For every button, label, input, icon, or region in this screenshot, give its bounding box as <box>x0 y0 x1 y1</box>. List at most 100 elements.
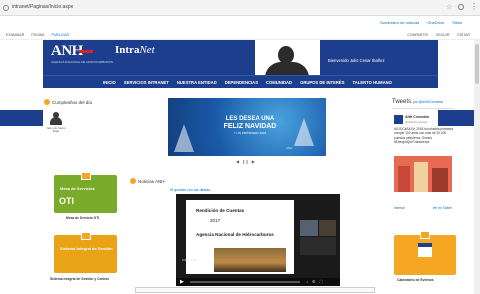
birthday-photo-body <box>50 117 62 125</box>
bookmark-star-icon[interactable]: ☆ <box>446 3 452 11</box>
tweet-view-on-twitter-link[interactable]: Ver en Twitter <box>433 206 452 210</box>
tweet-text: #OJOCaSA En 2018 la industria petrolera … <box>394 127 454 144</box>
tweet-embed-link[interactable]: Insertar <box>394 206 405 210</box>
carousel-next-icon[interactable]: ▶ <box>252 159 255 164</box>
edit-button[interactable]: EDITAR <box>457 33 470 37</box>
tweet-author-name[interactable]: ANH Colombia <box>405 115 429 119</box>
oti-tile-big: OTI <box>59 196 74 206</box>
birthday-photo-head <box>53 112 59 118</box>
banner-line-3: Y UN PRÓSPERO 2018 <box>233 131 267 136</box>
logo-subtitle: AGENCIA NACIONAL DE HIDROCARBUROS <box>51 60 113 64</box>
ribbon: EXAMINAR PÁGINA PUBLICAR COMPARTIR SEGUI… <box>0 30 480 40</box>
suite-link-newsfeed[interactable]: Suministro de noticias <box>380 20 419 25</box>
tweet-avatar[interactable] <box>394 115 403 124</box>
birthdays-title: Cumpleaños del día <box>44 99 92 105</box>
nav-dependencias[interactable]: DEPENDENCIAS <box>225 80 258 85</box>
nav-comunidad[interactable]: COMUNIDAD <box>266 80 292 85</box>
calendar-tile[interactable] <box>394 231 456 275</box>
video-slide: Rendición de Cuentas 2017 Agencia Nacion… <box>186 200 294 274</box>
carousel-controls: ◀ ❙❙ ▶ <box>236 159 255 164</box>
avatar-silhouette-head <box>278 46 294 64</box>
scrollbar-thumb[interactable] <box>475 44 479 84</box>
sig-tile-badge <box>81 232 91 240</box>
tweet-image-figure-3 <box>432 168 448 192</box>
banner-text: LES DESEA UNA FELIZ NAVIDAD Y UN PRÓSPER… <box>220 116 280 137</box>
volume-icon[interactable]: ♪ <box>306 279 308 284</box>
follow-button[interactable]: SEGUIR <box>436 33 449 37</box>
browser-menu-icon[interactable]: ⋮ <box>470 2 478 11</box>
christmas-banner[interactable]: LES DESEA UNA FELIZ NAVIDAD Y UN PRÓSPER… <box>168 98 326 156</box>
tweet-image-figure-1 <box>398 166 410 192</box>
page-scrollbar[interactable] <box>474 40 480 294</box>
fullscreen-icon[interactable]: ⛶ <box>320 279 323 284</box>
news-icon <box>130 178 136 184</box>
birthday-icon <box>44 99 50 105</box>
banner-line-1: LES DESEA UNA <box>225 116 275 122</box>
oti-tile-title: Mesa de Servicios <box>60 186 95 191</box>
tweets-divider <box>392 108 454 109</box>
tab-pagina[interactable]: PÁGINA <box>31 33 44 37</box>
video-subtitle: Agencia Nacional de Hidrocarburos <box>196 232 274 237</box>
news-headline-link[interactable]: Si quedan con las dilatas... <box>170 188 213 192</box>
birthday-person-name: Jairo Luis Castro Rojas <box>46 127 66 134</box>
news-title-text: Noticias ANH <box>138 178 165 184</box>
logo-flag-stripe <box>79 50 93 53</box>
main-nav: INICIO SERVICIOS INTRANET NUESTRA ENTIDA… <box>43 75 438 88</box>
calendar-icon <box>418 243 432 257</box>
oti-service-tile[interactable]: Mesa de Servicios OTI <box>54 172 117 213</box>
video-title: Rendición de Cuentas <box>196 208 245 213</box>
nav-talento-humano[interactable]: TALENTO HUMANO <box>353 80 392 85</box>
browser-address-bar: intranet/Paginas/Inicio.aspx ☆ ⋮ <box>0 0 480 16</box>
extension-icon[interactable] <box>458 4 464 10</box>
tweet-actions: Insertar Ver en Twitter <box>394 206 452 210</box>
calendar-tile-caption[interactable]: Calendario de Eventos <box>397 278 434 282</box>
tweet-author-handle[interactable]: @ANHColombia <box>405 120 427 124</box>
nav-servicios-intranet[interactable]: SERVICIOS INTRANET <box>124 80 169 85</box>
intranet-wordmark-bold: Intra <box>115 44 140 56</box>
nav-nuestra-entidad[interactable]: NUESTRA ENTIDAD <box>177 80 217 85</box>
video-time: 0:00 / 1:38 <box>182 258 197 262</box>
intranet-wordmark-rest: Net <box>139 44 155 56</box>
tweets-header: Tweets por @ANHColombia <box>392 99 443 105</box>
video-camera-feed <box>300 200 336 274</box>
oti-tile-caption[interactable]: Mesa de Servicio OTI <box>66 216 99 220</box>
news-video-player[interactable]: Rendición de Cuentas 2017 Agencia Nacion… <box>176 194 340 286</box>
sig-tile[interactable]: Sistema Integral de Gestión <box>54 232 117 273</box>
carousel-pause-icon[interactable]: ❙❙ <box>242 159 249 164</box>
sig-tile-title: Sistema Integral de Gestión <box>60 246 113 251</box>
calendar-tile-badge <box>420 231 430 239</box>
bottom-content-strip <box>135 287 375 293</box>
share-button[interactable]: COMPARTIR <box>407 33 428 37</box>
camera-feed-2 <box>319 220 336 236</box>
play-icon[interactable]: ▶ <box>180 279 184 285</box>
suite-link-sites[interactable]: Sitios <box>452 20 462 25</box>
suite-bar: Suministro de noticias OneDrive Sitios <box>0 16 480 30</box>
video-controls: ▶ ♪ ⚙ ⛶ <box>176 278 340 286</box>
tweets-title: Tweets <box>392 99 412 105</box>
banner-line-2: FELIZ NAVIDAD <box>223 122 277 130</box>
nav-grupos-de-interes[interactable]: GRUPOS DE INTERÉS <box>300 80 344 85</box>
video-progress-bar[interactable] <box>190 281 300 283</box>
user-avatar[interactable] <box>255 40 320 75</box>
oti-tile-badge <box>81 172 91 180</box>
tweet-image-figure-2 <box>414 162 428 192</box>
url-field[interactable]: intranet/Paginas/Inicio.aspx <box>12 4 73 10</box>
settings-icon[interactable]: ⚙ <box>312 279 316 284</box>
suite-link-onedrive[interactable]: OneDrive <box>427 20 444 25</box>
info-icon[interactable] <box>3 5 9 11</box>
carousel-prev-icon[interactable]: ◀ <box>236 159 239 164</box>
sig-tile-caption[interactable]: Sistema Integral de Gestión y Control <box>50 277 109 281</box>
birthday-photo[interactable] <box>50 112 62 125</box>
welcome-message: Bienvenido Julio Cesar Ibañez <box>328 58 385 63</box>
tweet-image[interactable] <box>394 156 452 192</box>
tab-examinar[interactable]: EXAMINAR <box>6 33 24 37</box>
nav-inicio[interactable]: INICIO <box>103 80 116 85</box>
tab-publicar[interactable]: PUBLICAR <box>52 33 70 37</box>
xmas-tree-right <box>294 118 314 146</box>
news-title: Noticias ANH <box>130 178 165 184</box>
tweets-handle-link[interactable]: por @ANHColombia <box>413 100 443 104</box>
camera-feed-3 <box>300 237 336 255</box>
intranet-wordmark: IntraNet <box>115 44 155 56</box>
xmas-tree-left <box>174 124 194 152</box>
birthdays-title-text: Cumpleaños del día <box>52 99 93 105</box>
